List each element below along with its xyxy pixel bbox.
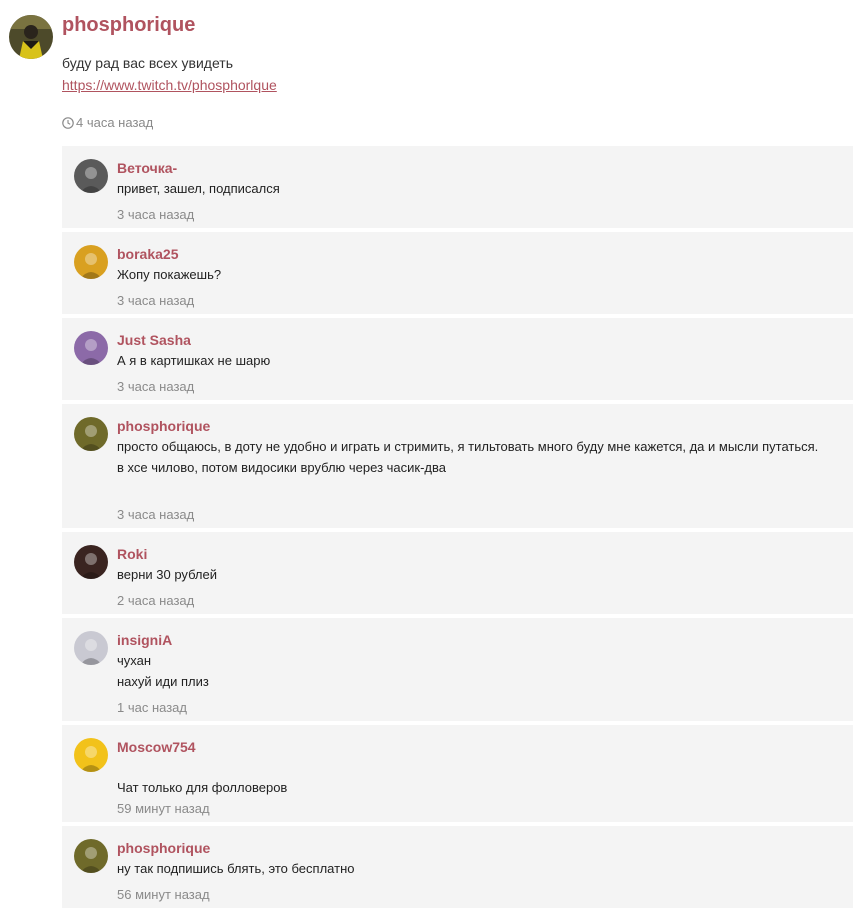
comment-line: просто общаюсь, в доту не удобно и играт… bbox=[117, 439, 819, 454]
comment-line: нахуй иди плиз bbox=[117, 674, 209, 689]
user-avatar-icon bbox=[74, 738, 108, 772]
user-avatar-icon bbox=[74, 839, 108, 873]
post-author-link[interactable]: phosphorique bbox=[62, 14, 195, 36]
comment-avatar[interactable] bbox=[74, 545, 108, 579]
comment-item: Moscow754 Чат только для фолловеров 59 мин… bbox=[62, 725, 853, 822]
comment-text: Жопу покажешь? bbox=[117, 264, 842, 285]
user-avatar-icon bbox=[74, 417, 108, 451]
comment-item: Веточка-привет, зашел, подписался 3 часа … bbox=[62, 146, 853, 228]
post-avatar[interactable] bbox=[9, 15, 53, 59]
user-avatar-icon bbox=[74, 545, 108, 579]
post-time-text: 4 часа назад bbox=[76, 115, 154, 130]
comment-author-link[interactable]: boraka25 bbox=[117, 246, 178, 262]
comment-author-link[interactable]: phosphorique bbox=[117, 840, 210, 856]
post-twitch-link[interactable]: https://www.twitch.tv/phosphorlque bbox=[62, 77, 277, 93]
comment-text: просто общаюсь, в доту не удобно и играт… bbox=[117, 436, 842, 478]
comment-text: Чат только для фолловеров bbox=[117, 777, 842, 798]
comment-line: ну так подпишись блять, это бесплатно bbox=[117, 861, 355, 876]
comment-line: в хсе чиловo, потом видосики врублю чере… bbox=[117, 460, 446, 475]
comment-timestamp: 2 часа назад bbox=[117, 593, 195, 608]
comment-author-link[interactable]: insigniA bbox=[117, 632, 172, 648]
comment-line: Жопу покажешь? bbox=[117, 267, 222, 282]
comment-item: phosphorique просто общаюсь, в доту не уд… bbox=[62, 404, 853, 528]
post-text: буду рад вас всех увидеть bbox=[62, 55, 233, 71]
comment-avatar[interactable] bbox=[74, 417, 108, 451]
comment-timestamp: 1 час назад bbox=[117, 700, 187, 715]
comment-text: привет, зашел, подписался bbox=[117, 178, 842, 199]
comment-timestamp: 3 часа назад bbox=[117, 507, 195, 522]
comment-timestamp: 59 минут назад bbox=[117, 801, 210, 816]
comment-author-link[interactable]: phosphorique bbox=[117, 418, 210, 434]
comment-item: phosphorique ну так подпишись блять, это … bbox=[62, 826, 853, 908]
comment-line: привет, зашел, подписался bbox=[117, 181, 280, 196]
clock-icon bbox=[62, 116, 74, 129]
comment-item: Roki верни 30 рублей 2 часа назад bbox=[62, 532, 853, 614]
comment-line: верни 30 рублей bbox=[117, 567, 218, 582]
user-avatar-icon bbox=[74, 159, 108, 193]
comment-avatar[interactable] bbox=[74, 631, 108, 665]
comment-timestamp: 3 часа назад bbox=[117, 207, 195, 222]
comment-avatar[interactable] bbox=[74, 159, 108, 193]
comment-author-link[interactable]: Just Sasha bbox=[117, 332, 191, 348]
comment-line: Чат только для фолловеров bbox=[117, 780, 288, 795]
comment-timestamp: 3 часа назад bbox=[117, 293, 195, 308]
comment-list: Веточка-привет, зашел, подписался 3 часа … bbox=[62, 146, 853, 912]
comment-avatar[interactable] bbox=[74, 738, 108, 772]
user-avatar-icon bbox=[74, 245, 108, 279]
comment-timestamp: 56 минут назад bbox=[117, 887, 210, 902]
comment-avatar[interactable] bbox=[74, 839, 108, 873]
comment-text: чухан нахуй иди плиз bbox=[117, 650, 842, 692]
comment-text: ну так подпишись блять, это бесплатно bbox=[117, 858, 842, 879]
user-avatar-icon bbox=[74, 631, 108, 665]
post-timestamp: 4 часа назад bbox=[62, 115, 153, 130]
comment-author-link[interactable]: Moscow754 bbox=[117, 739, 196, 755]
comment-item: insigniA чухан нахуй иди плиз 1 час назад bbox=[62, 618, 853, 721]
comment-timestamp: 3 часа назад bbox=[117, 379, 195, 394]
comment-item: Just Sasha А я в картишках не шарю 3 часа … bbox=[62, 318, 853, 400]
comment-author-link[interactable]: Roki bbox=[117, 546, 147, 562]
comment-line: А я в картишках не шарю bbox=[117, 353, 271, 368]
comment-author-link[interactable]: Веточка- bbox=[117, 160, 177, 176]
comment-line: чухан bbox=[117, 653, 152, 668]
comment-avatar[interactable] bbox=[74, 331, 108, 365]
user-avatar-icon bbox=[74, 331, 108, 365]
comment-text: А я в картишках не шарю bbox=[117, 350, 842, 371]
comment-text: верни 30 рублей bbox=[117, 564, 842, 585]
comment-item: boraka25 Жопу покажешь? 3 часа назад bbox=[62, 232, 853, 314]
comment-avatar[interactable] bbox=[74, 245, 108, 279]
user-avatar-icon bbox=[9, 15, 53, 59]
